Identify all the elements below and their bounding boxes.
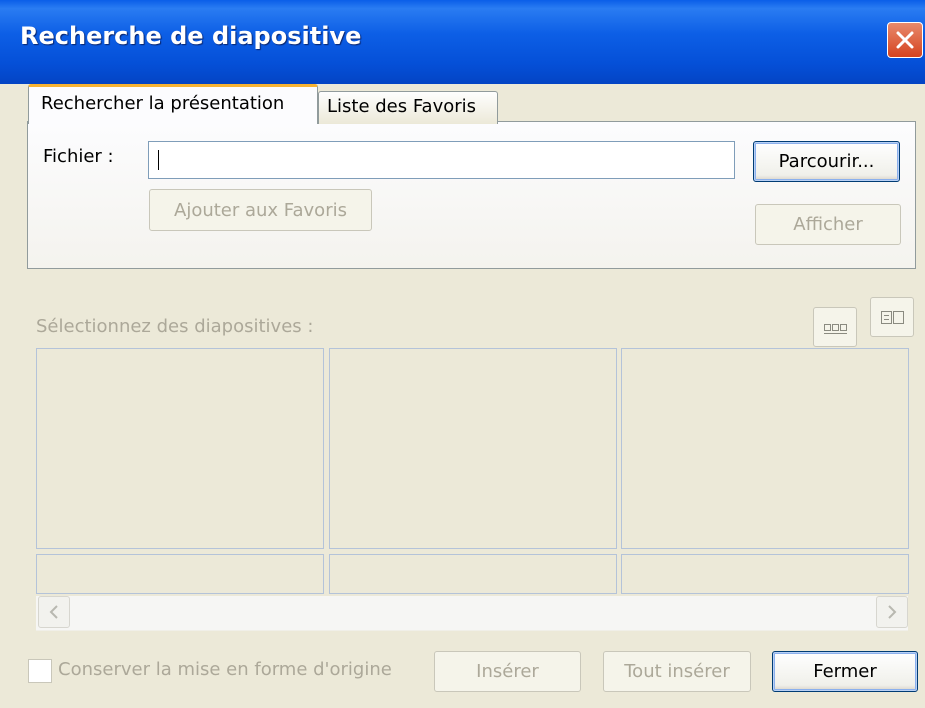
slide-thumbnail[interactable] <box>36 348 324 549</box>
thumbnail-view-icon <box>824 324 847 334</box>
close-window-button[interactable] <box>887 22 923 58</box>
title-view-button[interactable] <box>870 297 914 337</box>
title-view-icon <box>881 311 904 324</box>
slide-caption <box>36 554 324 594</box>
close-icon <box>896 31 914 49</box>
text-caret <box>158 150 159 170</box>
insert-button[interactable]: Insérer <box>434 651 581 692</box>
keep-format-label: Conserver la mise en forme d'origine <box>58 659 392 680</box>
tab-search-presentation[interactable]: Rechercher la présentation <box>28 84 318 124</box>
browse-button[interactable]: Parcourir... <box>753 141 900 182</box>
select-slides-label: Sélectionnez des diapositives : <box>36 316 314 337</box>
show-button[interactable]: Afficher <box>755 204 901 245</box>
file-label: Fichier : <box>43 146 114 167</box>
scroll-right-button[interactable] <box>876 596 908 628</box>
title-bar[interactable]: Recherche de diapositive <box>0 0 925 84</box>
add-to-favorites-button[interactable]: Ajouter aux Favoris <box>149 189 372 231</box>
scroll-left-arrow-icon <box>49 605 58 619</box>
keep-format-checkbox[interactable] <box>28 659 52 683</box>
close-button[interactable]: Fermer <box>772 651 918 692</box>
scroll-left-button[interactable] <box>38 596 70 628</box>
scroll-right-arrow-icon <box>888 605 897 619</box>
slide-caption <box>621 554 909 594</box>
thumbnail-view-button[interactable] <box>813 307 857 347</box>
file-path-input[interactable] <box>148 141 735 179</box>
tab-favorites-list[interactable]: Liste des Favoris <box>318 91 498 124</box>
slide-search-dialog: Recherche de diapositive Rechercher la p… <box>0 0 925 708</box>
horizontal-scrollbar[interactable] <box>36 596 908 631</box>
window-title: Recherche de diapositive <box>20 22 362 50</box>
slide-thumbnail[interactable] <box>329 348 617 549</box>
dialog-body: Rechercher la présentation Liste des Fav… <box>0 84 925 708</box>
slide-caption <box>329 554 617 594</box>
insert-all-button[interactable]: Tout insérer <box>603 651 751 692</box>
slide-thumbnail[interactable] <box>621 348 909 549</box>
